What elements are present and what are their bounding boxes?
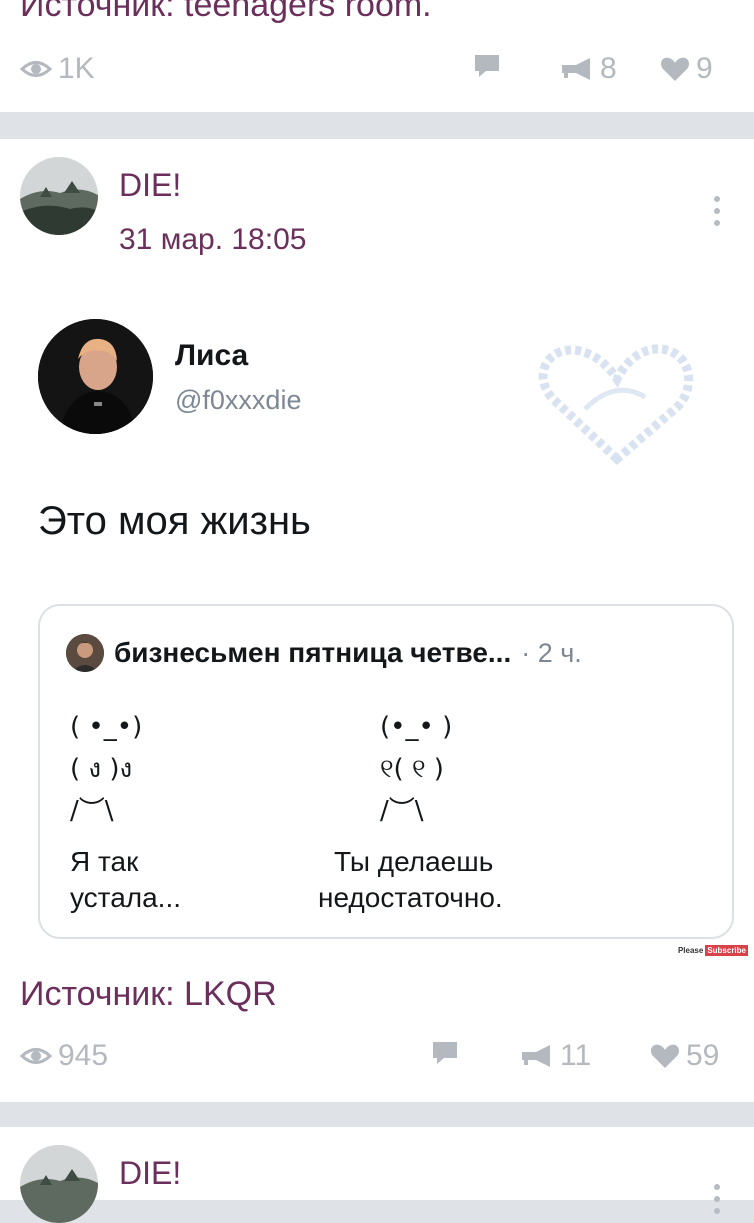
post-source-text: Источник: teenagers room. [20,0,432,24]
comment-button[interactable] [472,52,502,80]
repost-button[interactable]: 8 [560,52,617,86]
next-post-card: DIE! [0,1127,754,1223]
subscribe-badge: Please Subscribe [677,945,748,956]
views-counter: 1K [20,52,95,86]
post-stats-bar: 945 11 59 [20,1039,734,1079]
repost-icon [562,58,590,80]
heart-icon [660,57,690,81]
comment-icon [475,55,499,77]
views-counter: 945 [20,1039,108,1073]
eye-icon [20,61,52,77]
community-avatar[interactable] [20,1145,98,1223]
community-avatar[interactable] [20,157,98,235]
repost-button[interactable]: 11 [520,1039,591,1073]
more-icon[interactable] [714,1184,720,1214]
post-card: DIE! 31 мар. 18:05 Лиса @f0xxxdie Это мо… [0,139,754,1102]
repost-icon [522,1045,550,1067]
post-author-name[interactable]: DIE! [119,167,181,204]
quoted-tweet-time: · 2 ч. [521,637,582,668]
left-caption: Я так устала... [70,846,182,913]
more-icon[interactable] [714,196,720,226]
heart-watermark-icon [538,344,694,466]
post-author-name[interactable]: DIE! [119,1155,181,1192]
comment-icon [433,1042,457,1064]
right-ascii-art: (•_• ) ୧( ୧ ) /︶\ [380,712,453,826]
like-count: 59 [686,1039,720,1072]
previous-post-card: Источник: teenagers room. 1K 8 9 [0,0,754,112]
post-source-text[interactable]: Источник: LKQR [20,975,277,1014]
like-button[interactable]: 9 [660,52,713,86]
views-count: 945 [58,1039,109,1072]
right-caption: Ты делаешь недостаточно. [318,846,503,913]
views-count: 1K [58,52,95,85]
comment-button[interactable] [430,1039,460,1067]
post-date[interactable]: 31 мар. 18:05 [119,223,306,257]
repost-count: 8 [600,52,617,85]
repost-count: 11 [560,1039,592,1072]
quoted-tweet-header: бизнесьмен пятница четве... · 2 ч. [66,634,582,672]
like-button[interactable]: 59 [650,1039,719,1073]
post-stats-bar: 1K 8 9 [20,52,734,92]
tweet-author-name: Лиса [175,339,249,372]
tweet-text: Это моя жизнь [38,499,311,543]
quoted-tweet: бизнесьмен пятница четве... · 2 ч. ( •_•… [38,604,734,939]
like-count: 9 [696,52,713,85]
tweet-avatar [38,319,153,434]
tweet-author-handle: @f0xxxdie [175,385,302,415]
left-ascii-art: ( •_•) ( ง )ง /︶\ [70,712,143,826]
eye-icon [20,1048,52,1064]
quoted-author-avatar [66,634,104,672]
heart-icon [650,1044,680,1068]
quoted-author-name: бизнесьмен пятница четве... [114,637,512,668]
